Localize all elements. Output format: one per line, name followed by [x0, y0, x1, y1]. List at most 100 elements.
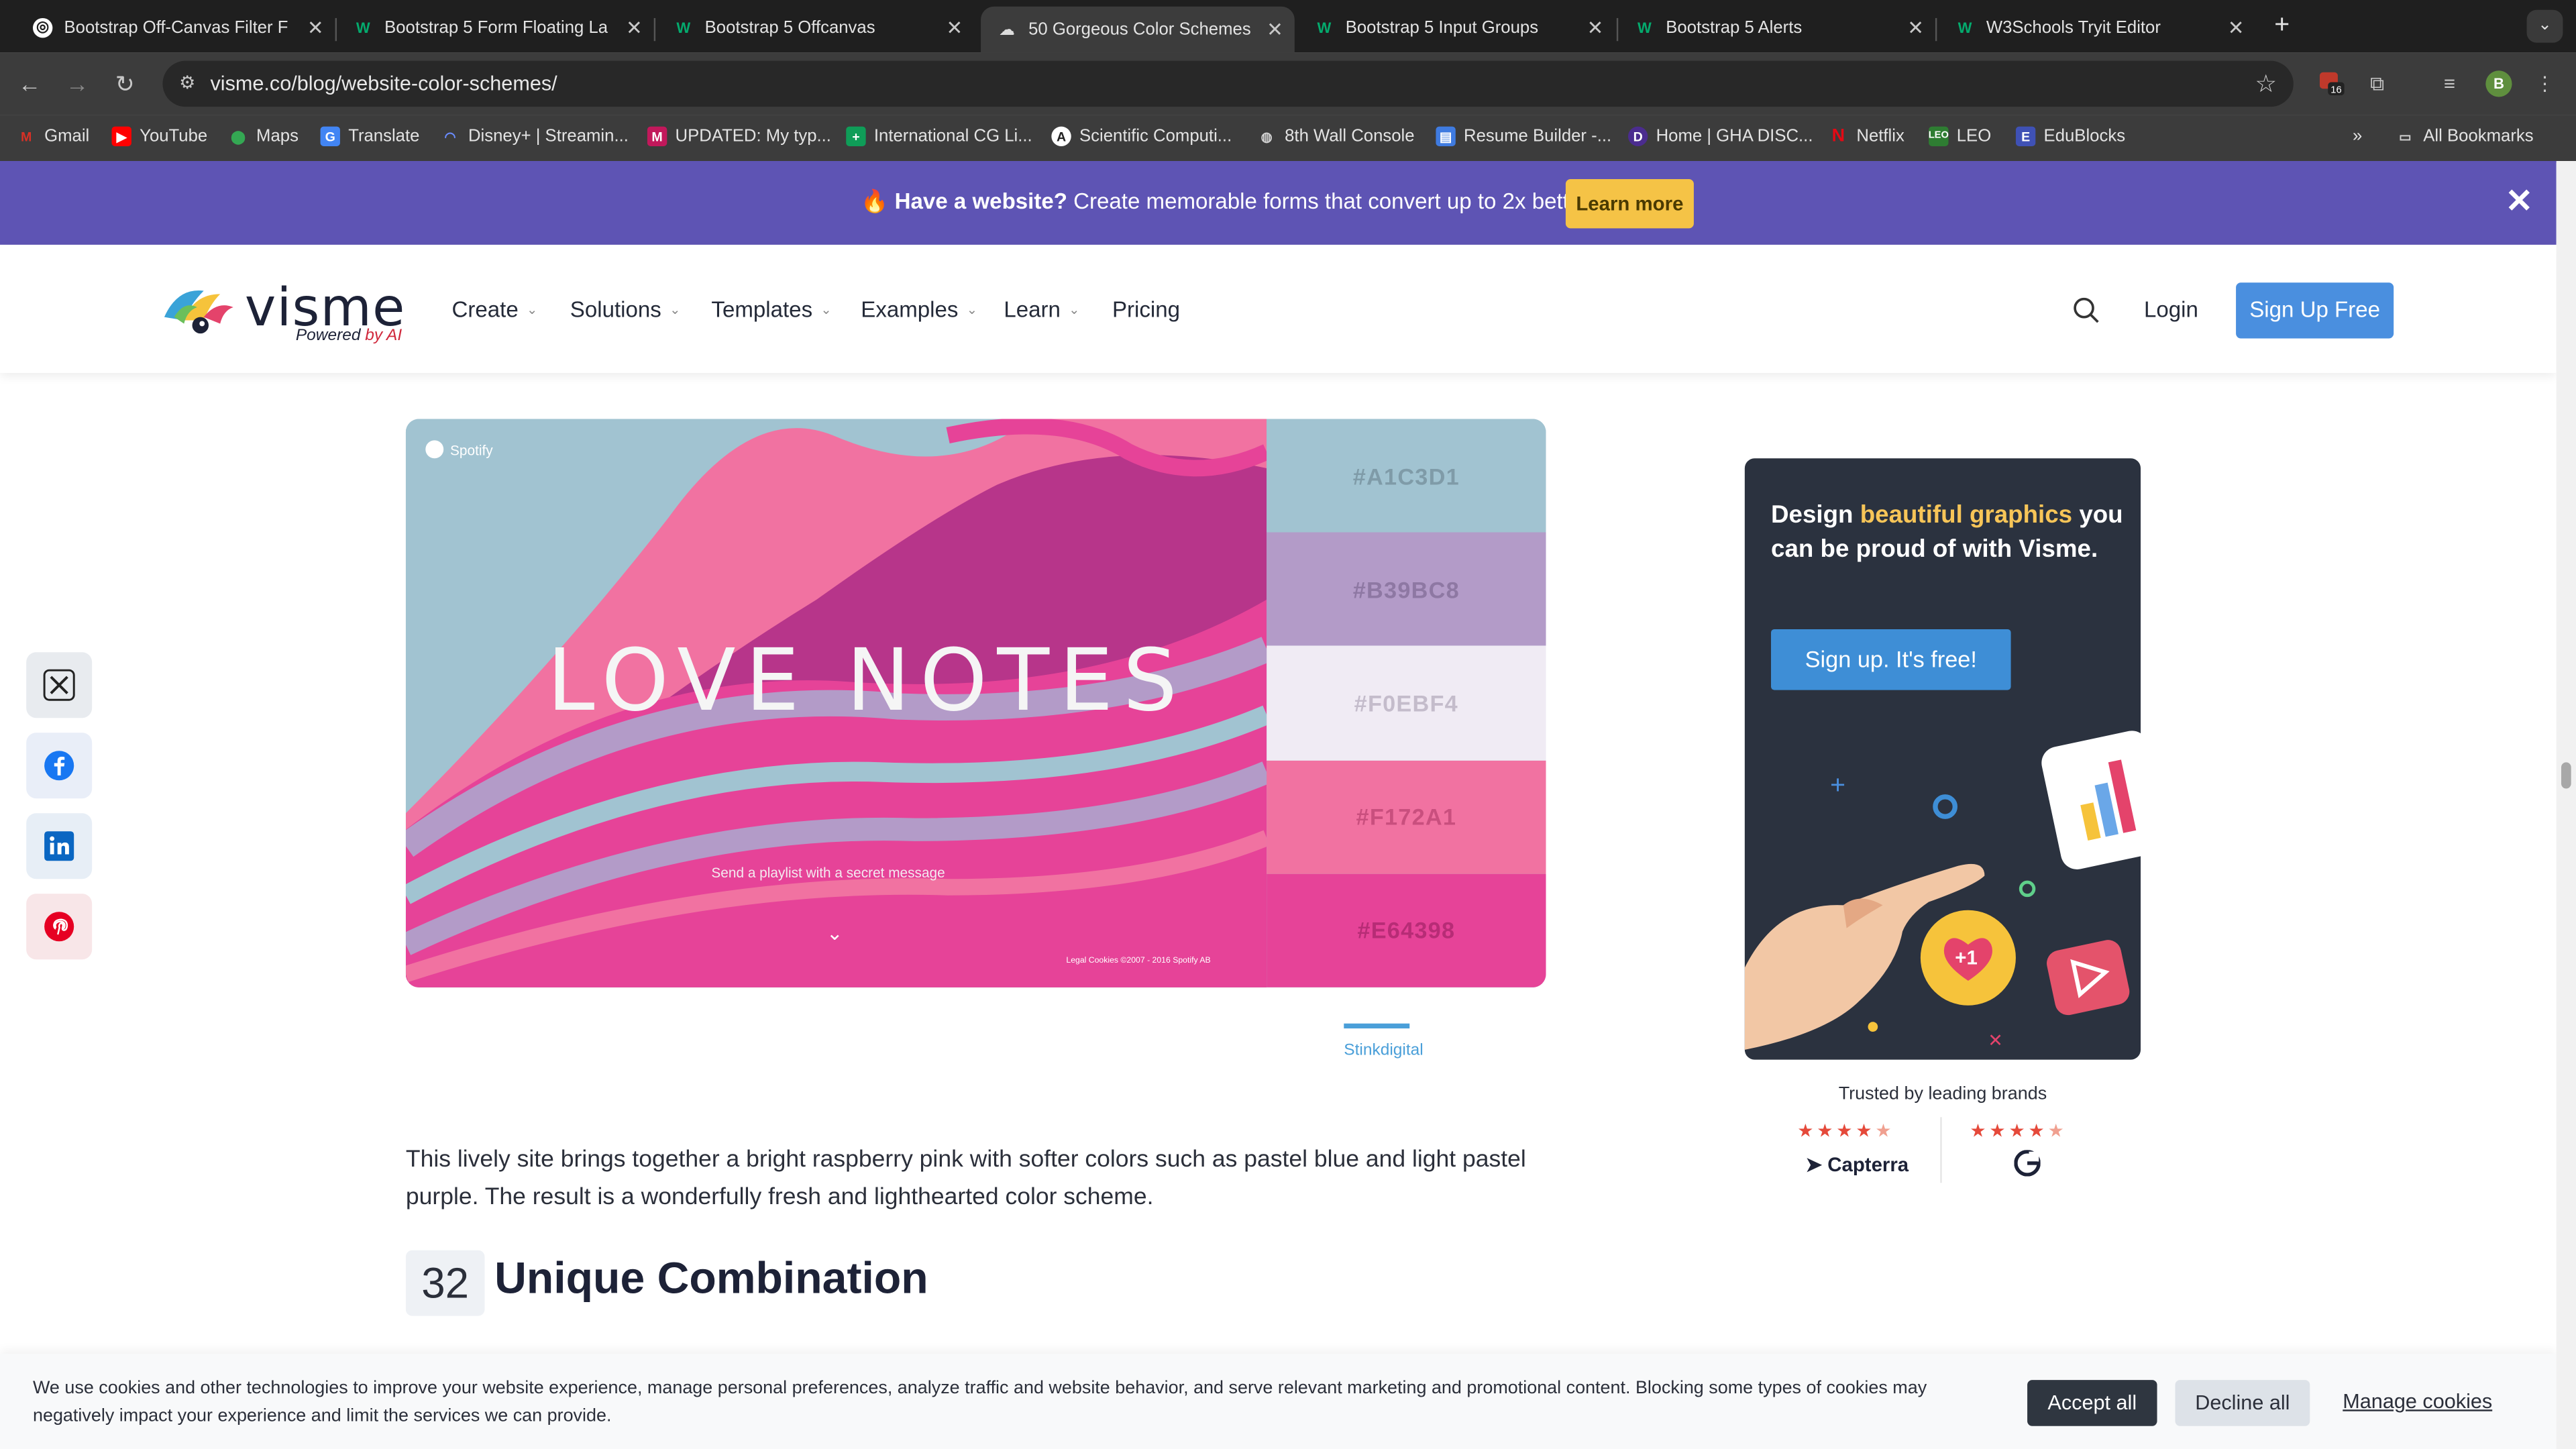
- tab-bootstrap-offcanvas-filter[interactable]: ◎ Bootstrap Off-Canvas Filter F ✕: [16, 7, 335, 48]
- page-icon: M: [647, 126, 667, 146]
- profile-avatar[interactable]: B: [2485, 70, 2512, 97]
- logo-tagline: Powered by AI: [295, 327, 402, 345]
- section-title: Unique Combination: [494, 1253, 928, 1303]
- bookmark-youtube[interactable]: ▶ YouTube: [111, 126, 207, 146]
- bookmark-cg-library[interactable]: + International CG Li...: [846, 126, 1032, 146]
- promo-text: 🔥 Have a website? Create memorable forms…: [861, 189, 1595, 214]
- tab-offcanvas[interactable]: W Bootstrap 5 Offcanvas ✕: [657, 7, 975, 48]
- decline-all-button[interactable]: Decline all: [2175, 1380, 2310, 1426]
- nav-learn[interactable]: Learn ⌄: [1004, 297, 1079, 322]
- close-icon[interactable]: ✕: [2222, 15, 2249, 38]
- trusted-label: Trusted by leading brands: [1838, 1084, 2047, 1104]
- visme-icon: ☁: [1000, 20, 1015, 38]
- reload-icon[interactable]: ↻: [109, 67, 142, 100]
- bookmark-gmail[interactable]: M Gmail: [16, 127, 89, 146]
- bookmark-disney[interactable]: ◠ Disney+ | Streamin...: [440, 127, 628, 146]
- bookmark-resume[interactable]: ▤ Resume Builder -...: [1436, 126, 1611, 146]
- new-tab-button[interactable]: +: [2269, 11, 2295, 41]
- tab-input-groups[interactable]: W Bootstrap 5 Input Groups ✕: [1298, 7, 1615, 48]
- share-linkedin-button[interactable]: [26, 813, 93, 879]
- page-icon: ▤: [1436, 126, 1456, 146]
- share-facebook-button[interactable]: [26, 733, 93, 799]
- visme-logo[interactable]: visme Powered by AI: [161, 276, 424, 350]
- tab-tryit-editor[interactable]: W W3Schools Tryit Editor ✕: [1939, 7, 2256, 48]
- x-twitter-icon: [43, 669, 75, 701]
- hero-footer-links: Legal Cookies ©2007 - 2016 Spotify AB: [1066, 956, 1211, 967]
- w3schools-icon: W: [1638, 19, 1652, 36]
- tab-search-button[interactable]: ⌄: [2526, 9, 2563, 43]
- bookmark-leo[interactable]: LEO LEO: [1929, 126, 1991, 146]
- nav-templates[interactable]: Templates ⌄: [711, 297, 831, 322]
- login-link[interactable]: Login: [2144, 297, 2198, 322]
- nav-create[interactable]: Create ⌄: [451, 297, 537, 322]
- visme-ad-card[interactable]: Design beautiful graphics you can be pro…: [1744, 458, 2168, 1060]
- nav-examples[interactable]: Examples ⌄: [861, 297, 977, 322]
- bookmark-translate[interactable]: G Translate: [320, 126, 419, 146]
- bookmark-edublocks[interactable]: E EduBlocks: [2015, 126, 2125, 146]
- youtube-icon: ▶: [111, 126, 131, 146]
- nav-solutions[interactable]: Solutions ⌄: [570, 297, 681, 322]
- forward-arrow-icon[interactable]: →: [61, 67, 94, 100]
- linkedin-icon: [44, 831, 74, 861]
- close-icon[interactable]: ✕: [1902, 15, 1929, 38]
- menu-dots-icon[interactable]: ⋮: [2530, 69, 2559, 99]
- bookmark-all[interactable]: ▭ All Bookmarks: [2396, 127, 2534, 146]
- nav-pricing[interactable]: Pricing: [1112, 297, 1180, 322]
- bookmark-star-icon[interactable]: ☆: [2255, 69, 2277, 99]
- close-icon[interactable]: ✕: [303, 15, 329, 38]
- capterra-rating-stars: ★★★★★: [1797, 1122, 1895, 1142]
- dot-decoration-icon: [1868, 1022, 1878, 1032]
- manage-cookies-link[interactable]: Manage cookies: [2343, 1390, 2492, 1413]
- disney-icon: ◠: [444, 129, 456, 144]
- accept-all-button[interactable]: Accept all: [2027, 1380, 2157, 1426]
- close-icon[interactable]: ✕: [1262, 18, 1288, 41]
- chevron-down-icon: ⌄: [669, 302, 681, 317]
- share-x-button[interactable]: [26, 652, 93, 718]
- browser-tab-bar: ◎ Bootstrap Off-Canvas Filter F ✕ W Boot…: [0, 0, 2576, 53]
- bookmark-updated[interactable]: M UPDATED: My typ...: [647, 126, 831, 146]
- extension-badge-icon: 16: [2319, 72, 2345, 95]
- close-icon[interactable]: ✕: [2506, 182, 2533, 222]
- extension-icon[interactable]: 16: [2316, 69, 2346, 99]
- tab-form-floating[interactable]: W Bootstrap 5 Form Floating La ✕: [337, 7, 654, 48]
- svg-text:+1: +1: [1955, 947, 1978, 969]
- more-bookmarks-icon[interactable]: »: [2353, 127, 2362, 146]
- ad-sign-up-button[interactable]: Sign up. It's free!: [1771, 629, 2011, 690]
- ad-headline: Design beautiful graphics you can be pro…: [1771, 500, 2123, 564]
- image-credit-link[interactable]: Stinkdigital: [1344, 1042, 1423, 1060]
- bookmark-scientific[interactable]: A Scientific Computi...: [1051, 126, 1232, 146]
- cookie-text: We use cookies and other technologies to…: [32, 1378, 1927, 1426]
- sign-up-free-button[interactable]: Sign Up Free: [2236, 282, 2394, 339]
- close-icon[interactable]: ✕: [1582, 15, 1608, 38]
- swatch-5: #E64398: [1267, 873, 1546, 987]
- site-settings-icon[interactable]: ⚙: [176, 72, 199, 95]
- page-icon: LEO: [1929, 126, 1949, 146]
- address-bar[interactable]: ⚙ visme.co/blog/website-color-schemes/ ☆: [162, 60, 2294, 107]
- scrollbar-thumb[interactable]: [2561, 762, 2571, 789]
- bookmark-8th-wall[interactable]: ◍ 8th Wall Console: [1256, 127, 1415, 146]
- back-arrow-icon[interactable]: ←: [13, 67, 46, 100]
- tab-color-schemes[interactable]: ☁ 50 Gorgeous Color Schemes ✕: [981, 6, 1295, 53]
- search-icon[interactable]: [2072, 296, 2101, 325]
- bookmark-netflix[interactable]: N Netflix: [1829, 127, 1904, 146]
- puzzle-icon[interactable]: ⧉: [2363, 69, 2392, 99]
- bookmark-maps[interactable]: ⬤ Maps: [228, 127, 299, 146]
- bookmarks-bar: M Gmail ▶ YouTube ⬤ Maps G Translate ◠ Disney…: [0, 115, 2576, 163]
- learn-more-button[interactable]: Learn more: [1565, 178, 1694, 229]
- page-scrollbar[interactable]: [2556, 161, 2576, 1449]
- chevron-down-icon: ⌄: [820, 302, 832, 317]
- play-button-icon: [2047, 940, 2130, 1016]
- ad-illustration: + ✕ +1: [1744, 731, 2168, 1051]
- facebook-icon: [44, 751, 74, 781]
- close-icon[interactable]: ✕: [621, 15, 647, 38]
- share-pinterest-button[interactable]: [26, 894, 93, 960]
- netflix-icon: N: [1831, 126, 1845, 146]
- reading-list-icon[interactable]: ≡: [2434, 69, 2464, 99]
- g2-rating-stars: ★★★★★: [1970, 1122, 2068, 1142]
- gmail-icon: M: [20, 129, 32, 144]
- chevron-down-icon: ⌄: [826, 921, 843, 945]
- bookmark-gha[interactable]: D Home | GHA DISC...: [1627, 126, 1813, 146]
- tab-alerts[interactable]: W Bootstrap 5 Alerts ✕: [1618, 7, 1935, 48]
- close-icon[interactable]: ✕: [941, 15, 967, 38]
- swatch-4: #F172A1: [1267, 759, 1546, 874]
